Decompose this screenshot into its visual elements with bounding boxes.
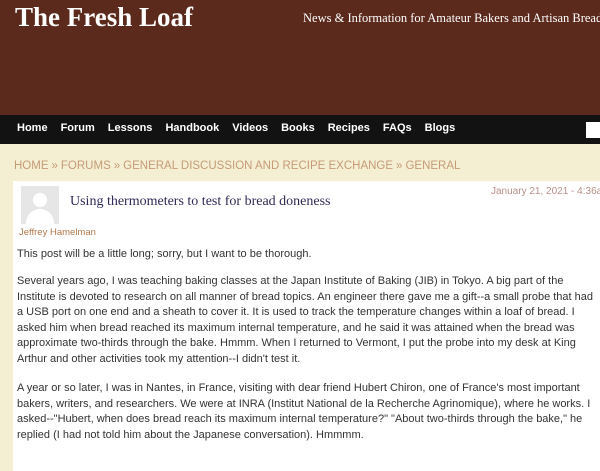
main-nav: Home Forum Lessons Handbook Videos Books… <box>0 115 600 144</box>
site-title[interactable]: The Fresh Loaf <box>15 2 193 33</box>
site-header: The Fresh Loaf News & Information for Am… <box>0 0 600 115</box>
breadcrumb-separator: » <box>113 160 121 172</box>
nav-item-videos[interactable]: Videos <box>232 122 268 134</box>
post-date: January 21, 2021 - 4:36am <box>491 186 600 197</box>
nav-list: Home Forum Lessons Handbook Videos Books… <box>17 122 468 134</box>
forum-post: Jeffrey Hamelman Using thermometers to t… <box>13 181 600 471</box>
breadcrumb-home[interactable]: HOME <box>14 160 49 172</box>
nav-item-faqs[interactable]: FAQs <box>383 122 412 134</box>
breadcrumb-forums[interactable]: FORUMS <box>61 160 111 172</box>
nav-item-recipes[interactable]: Recipes <box>328 122 370 134</box>
post-author[interactable]: Jeffrey Hamelman <box>19 227 96 238</box>
nav-item-lessons[interactable]: Lessons <box>108 122 153 134</box>
post-paragraph: Several years ago, I was teaching baking… <box>17 275 594 365</box>
breadcrumb-general-discussion[interactable]: GENERAL DISCUSSION AND RECIPE EXCHANGE <box>123 160 393 172</box>
post-paragraph: This post will be a little long; sorry, … <box>17 248 312 260</box>
nav-item-books[interactable]: Books <box>281 122 315 134</box>
breadcrumb: HOME» FORUMS» GENERAL DISCUSSION AND RECIP… <box>14 160 460 172</box>
site-tagline: News & Information for Amateur Bakers an… <box>303 11 600 25</box>
breadcrumb-separator: » <box>51 160 58 172</box>
avatar-body-icon <box>26 209 54 224</box>
post-paragraph: A year or so later, I was in Nantes, in … <box>17 382 591 441</box>
nav-item-blogs[interactable]: Blogs <box>425 122 456 134</box>
avatar-head-icon <box>33 193 47 207</box>
breadcrumb-separator: » <box>396 160 403 172</box>
avatar[interactable] <box>21 186 59 224</box>
nav-item-forum[interactable]: Forum <box>61 122 95 134</box>
nav-item-handbook[interactable]: Handbook <box>165 122 219 134</box>
search-input[interactable] <box>586 122 600 138</box>
post-title: Using thermometers to test for bread don… <box>70 194 331 209</box>
nav-item-home[interactable]: Home <box>17 122 48 134</box>
breadcrumb-general[interactable]: GENERAL <box>405 160 460 172</box>
